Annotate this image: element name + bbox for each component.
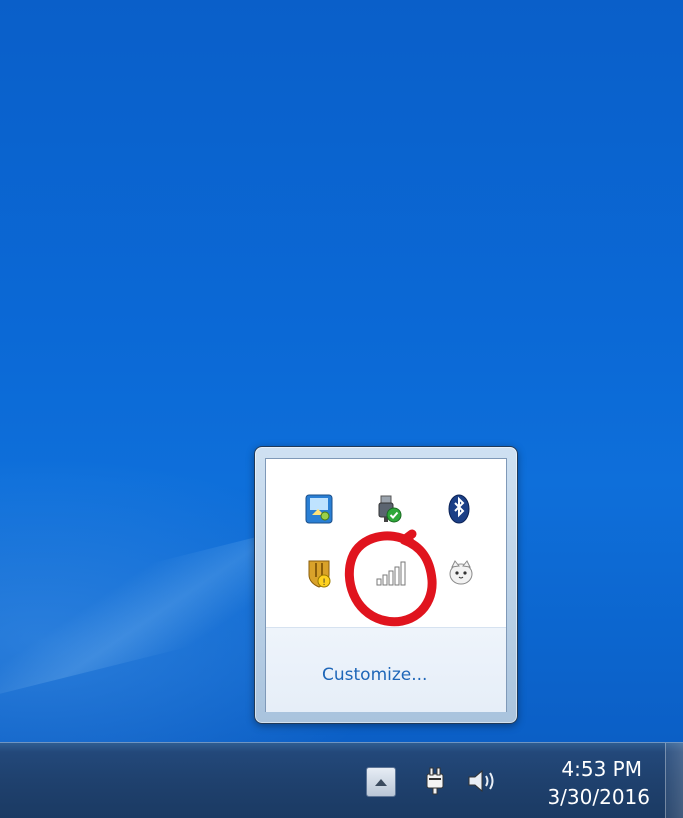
customize-section: Customize... [266, 627, 506, 712]
show-desktop-button[interactable] [665, 743, 683, 818]
usb-safely-remove-icon[interactable] [371, 492, 405, 526]
cat-app-icon[interactable] [444, 556, 478, 590]
network-center-icon[interactable] [302, 492, 336, 526]
clock-date: 3/30/2016 [547, 785, 650, 809]
bluetooth-icon[interactable] [442, 492, 476, 526]
security-shield-icon[interactable]: ! [302, 556, 336, 590]
customize-link[interactable]: Customize... [322, 665, 427, 685]
system-clock[interactable]: 4:53 PM 3/30/2016 [520, 755, 650, 811]
volume-speaker-icon[interactable] [464, 765, 498, 797]
taskbar: 4:53 PM 3/30/2016 [0, 742, 683, 818]
power-plug-icon[interactable] [420, 765, 450, 797]
chevron-up-icon [375, 779, 387, 786]
red-circle-annotation [344, 529, 437, 627]
clock-time: 4:53 PM [561, 757, 642, 781]
show-hidden-icons-button[interactable] [366, 767, 396, 797]
svg-text:!: ! [322, 578, 326, 588]
